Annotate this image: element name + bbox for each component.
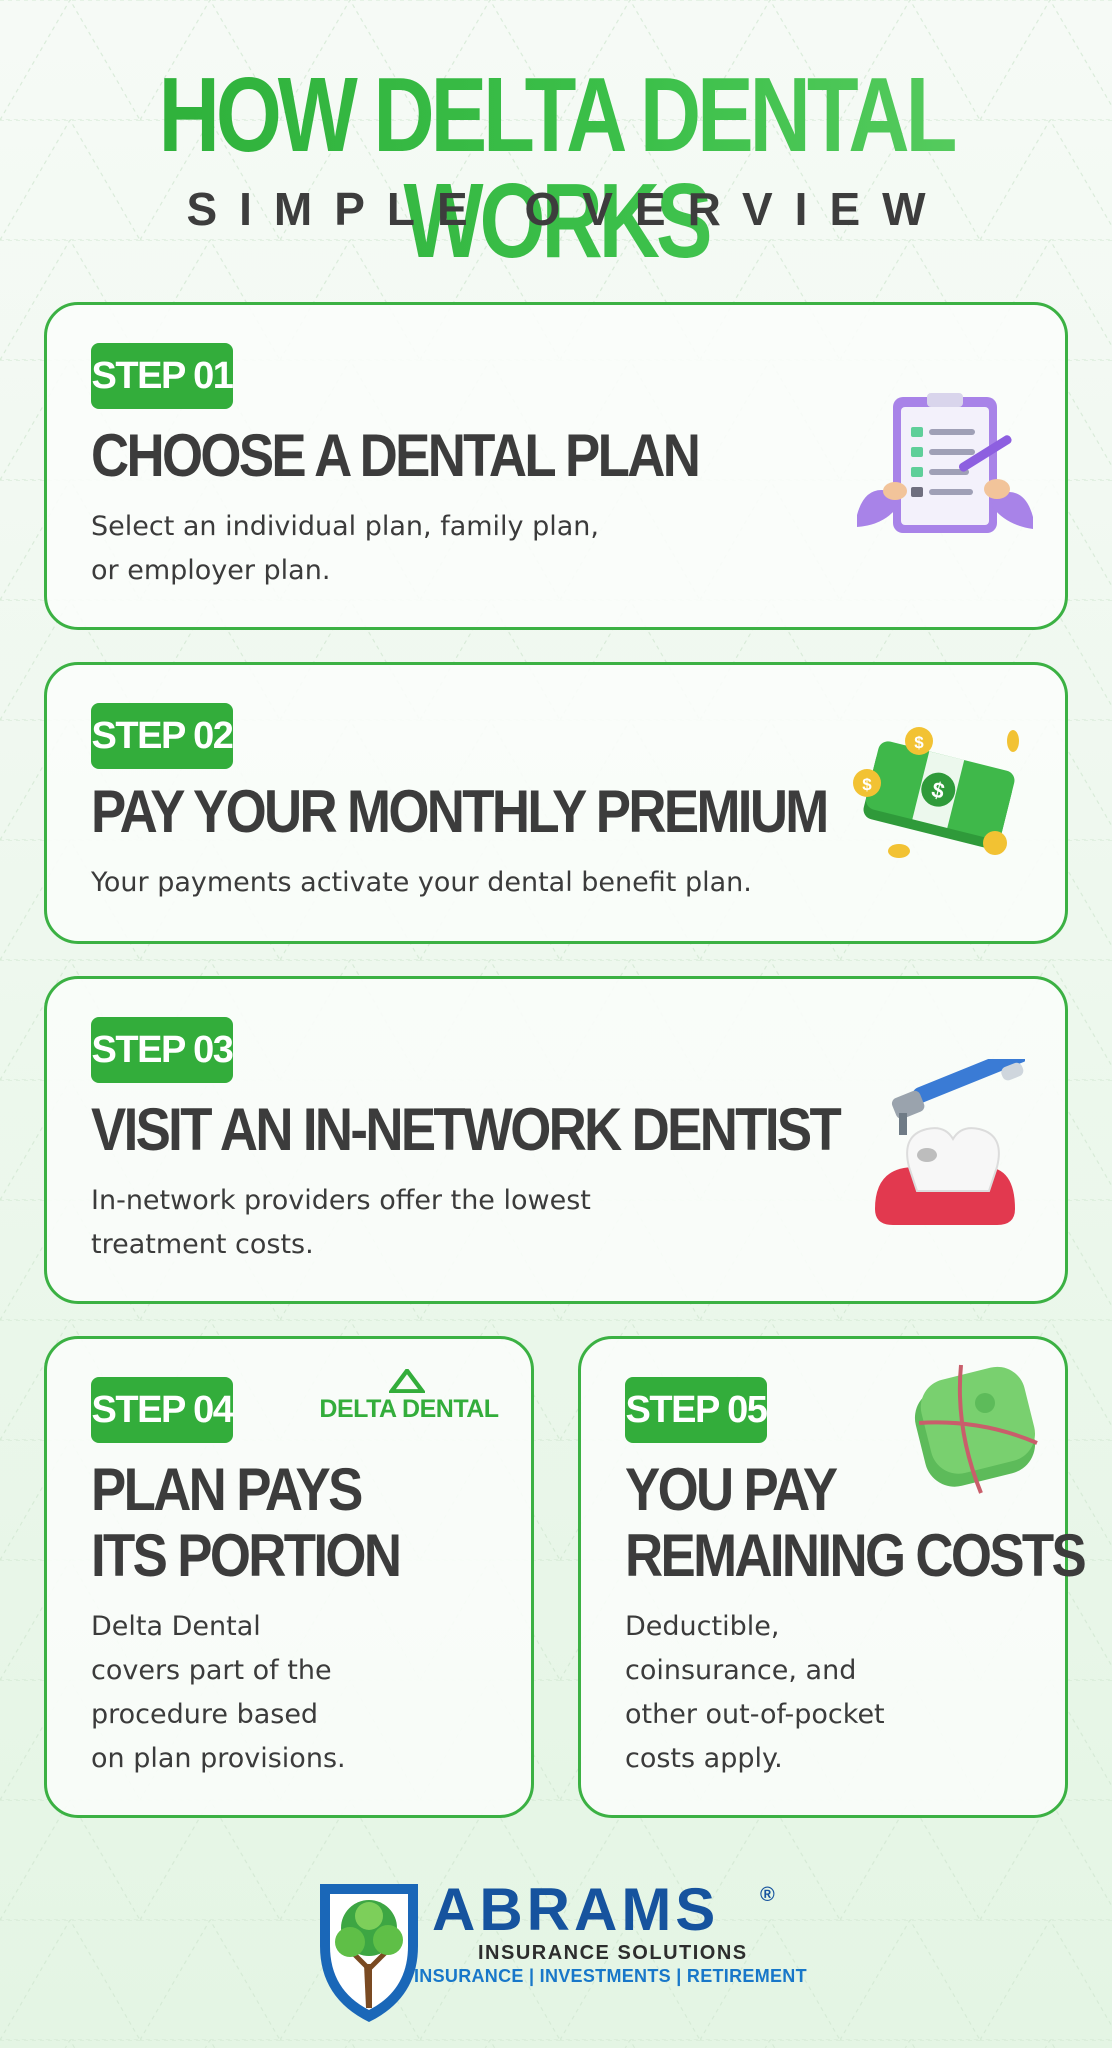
step-badge: STEP 03 bbox=[91, 1017, 234, 1083]
step-card-3: STEP 03 VISIT AN IN-NETWORK DENTIST In-n… bbox=[44, 976, 1068, 1304]
page-subtitle: SIMPLE OVERVIEW bbox=[186, 183, 948, 235]
step-description: Deductible, coinsurance, and other out-o… bbox=[625, 1611, 885, 1774]
dental-drill-tooth-icon bbox=[875, 1059, 1025, 1225]
step-description: Your payments activate your dental benef… bbox=[91, 867, 752, 898]
delta-dental-logo: DELTA DENTAL bbox=[309, 1369, 509, 1429]
step-badge: STEP 05 bbox=[625, 1377, 768, 1443]
step-description: Delta Dental covers part of the procedur… bbox=[91, 1611, 346, 1774]
delta-dental-logo-text: DELTA DENTAL bbox=[319, 1395, 499, 1423]
tree-shield-logo bbox=[320, 1884, 418, 2022]
step-badge: STEP 04 bbox=[91, 1377, 234, 1443]
registered-mark: ® bbox=[760, 1884, 775, 1906]
step-badge: STEP 01 bbox=[91, 343, 234, 409]
step-card-2: STEP 02 PAY YOUR MONTHLY PREMIUM Your pa… bbox=[44, 662, 1068, 944]
brand-tagline: INSURANCE | INVESTMENTS | RETIREMENT bbox=[414, 1966, 807, 1986]
step-heading: PLAN PAYS ITS PORTION bbox=[91, 1456, 402, 1589]
step-card-4: STEP 04 DELTA DENTAL PLAN PAYS ITS PORTI… bbox=[44, 1336, 534, 1818]
step-heading: PAY YOUR MONTHLY PREMIUM bbox=[91, 778, 829, 845]
brand-subtitle: INSURANCE SOLUTIONS bbox=[478, 1942, 748, 1964]
brand-name: ABRAMS bbox=[432, 1876, 720, 1943]
step-description: In-network providers offer the lowest tr… bbox=[91, 1185, 591, 1260]
svg-text:$: $ bbox=[862, 775, 872, 794]
step-heading: YOU PAY REMAINING COSTS bbox=[625, 1456, 1087, 1589]
step-heading: CHOOSE A DENTAL PLAN bbox=[91, 422, 701, 489]
step-card-1: STEP 01 CHOOSE A DENTAL PLAN Select an i… bbox=[44, 302, 1068, 630]
step-description: Select an individual plan, family plan, … bbox=[91, 511, 599, 586]
delta-triangle-icon bbox=[389, 1369, 425, 1393]
step-badge: STEP 02 bbox=[91, 703, 234, 769]
svg-text:$: $ bbox=[914, 733, 924, 752]
step-heading: VISIT AN IN-NETWORK DENTIST bbox=[91, 1096, 842, 1163]
money-stack-icon: $ $ $ bbox=[853, 727, 1019, 858]
step-card-5: STEP 05 YOU PAY REMAINING COSTS Deductib… bbox=[578, 1336, 1087, 1818]
page-title: HOW DELTA DENTAL WORKS bbox=[111, 62, 1001, 274]
clipboard-checklist-icon bbox=[857, 393, 1033, 533]
